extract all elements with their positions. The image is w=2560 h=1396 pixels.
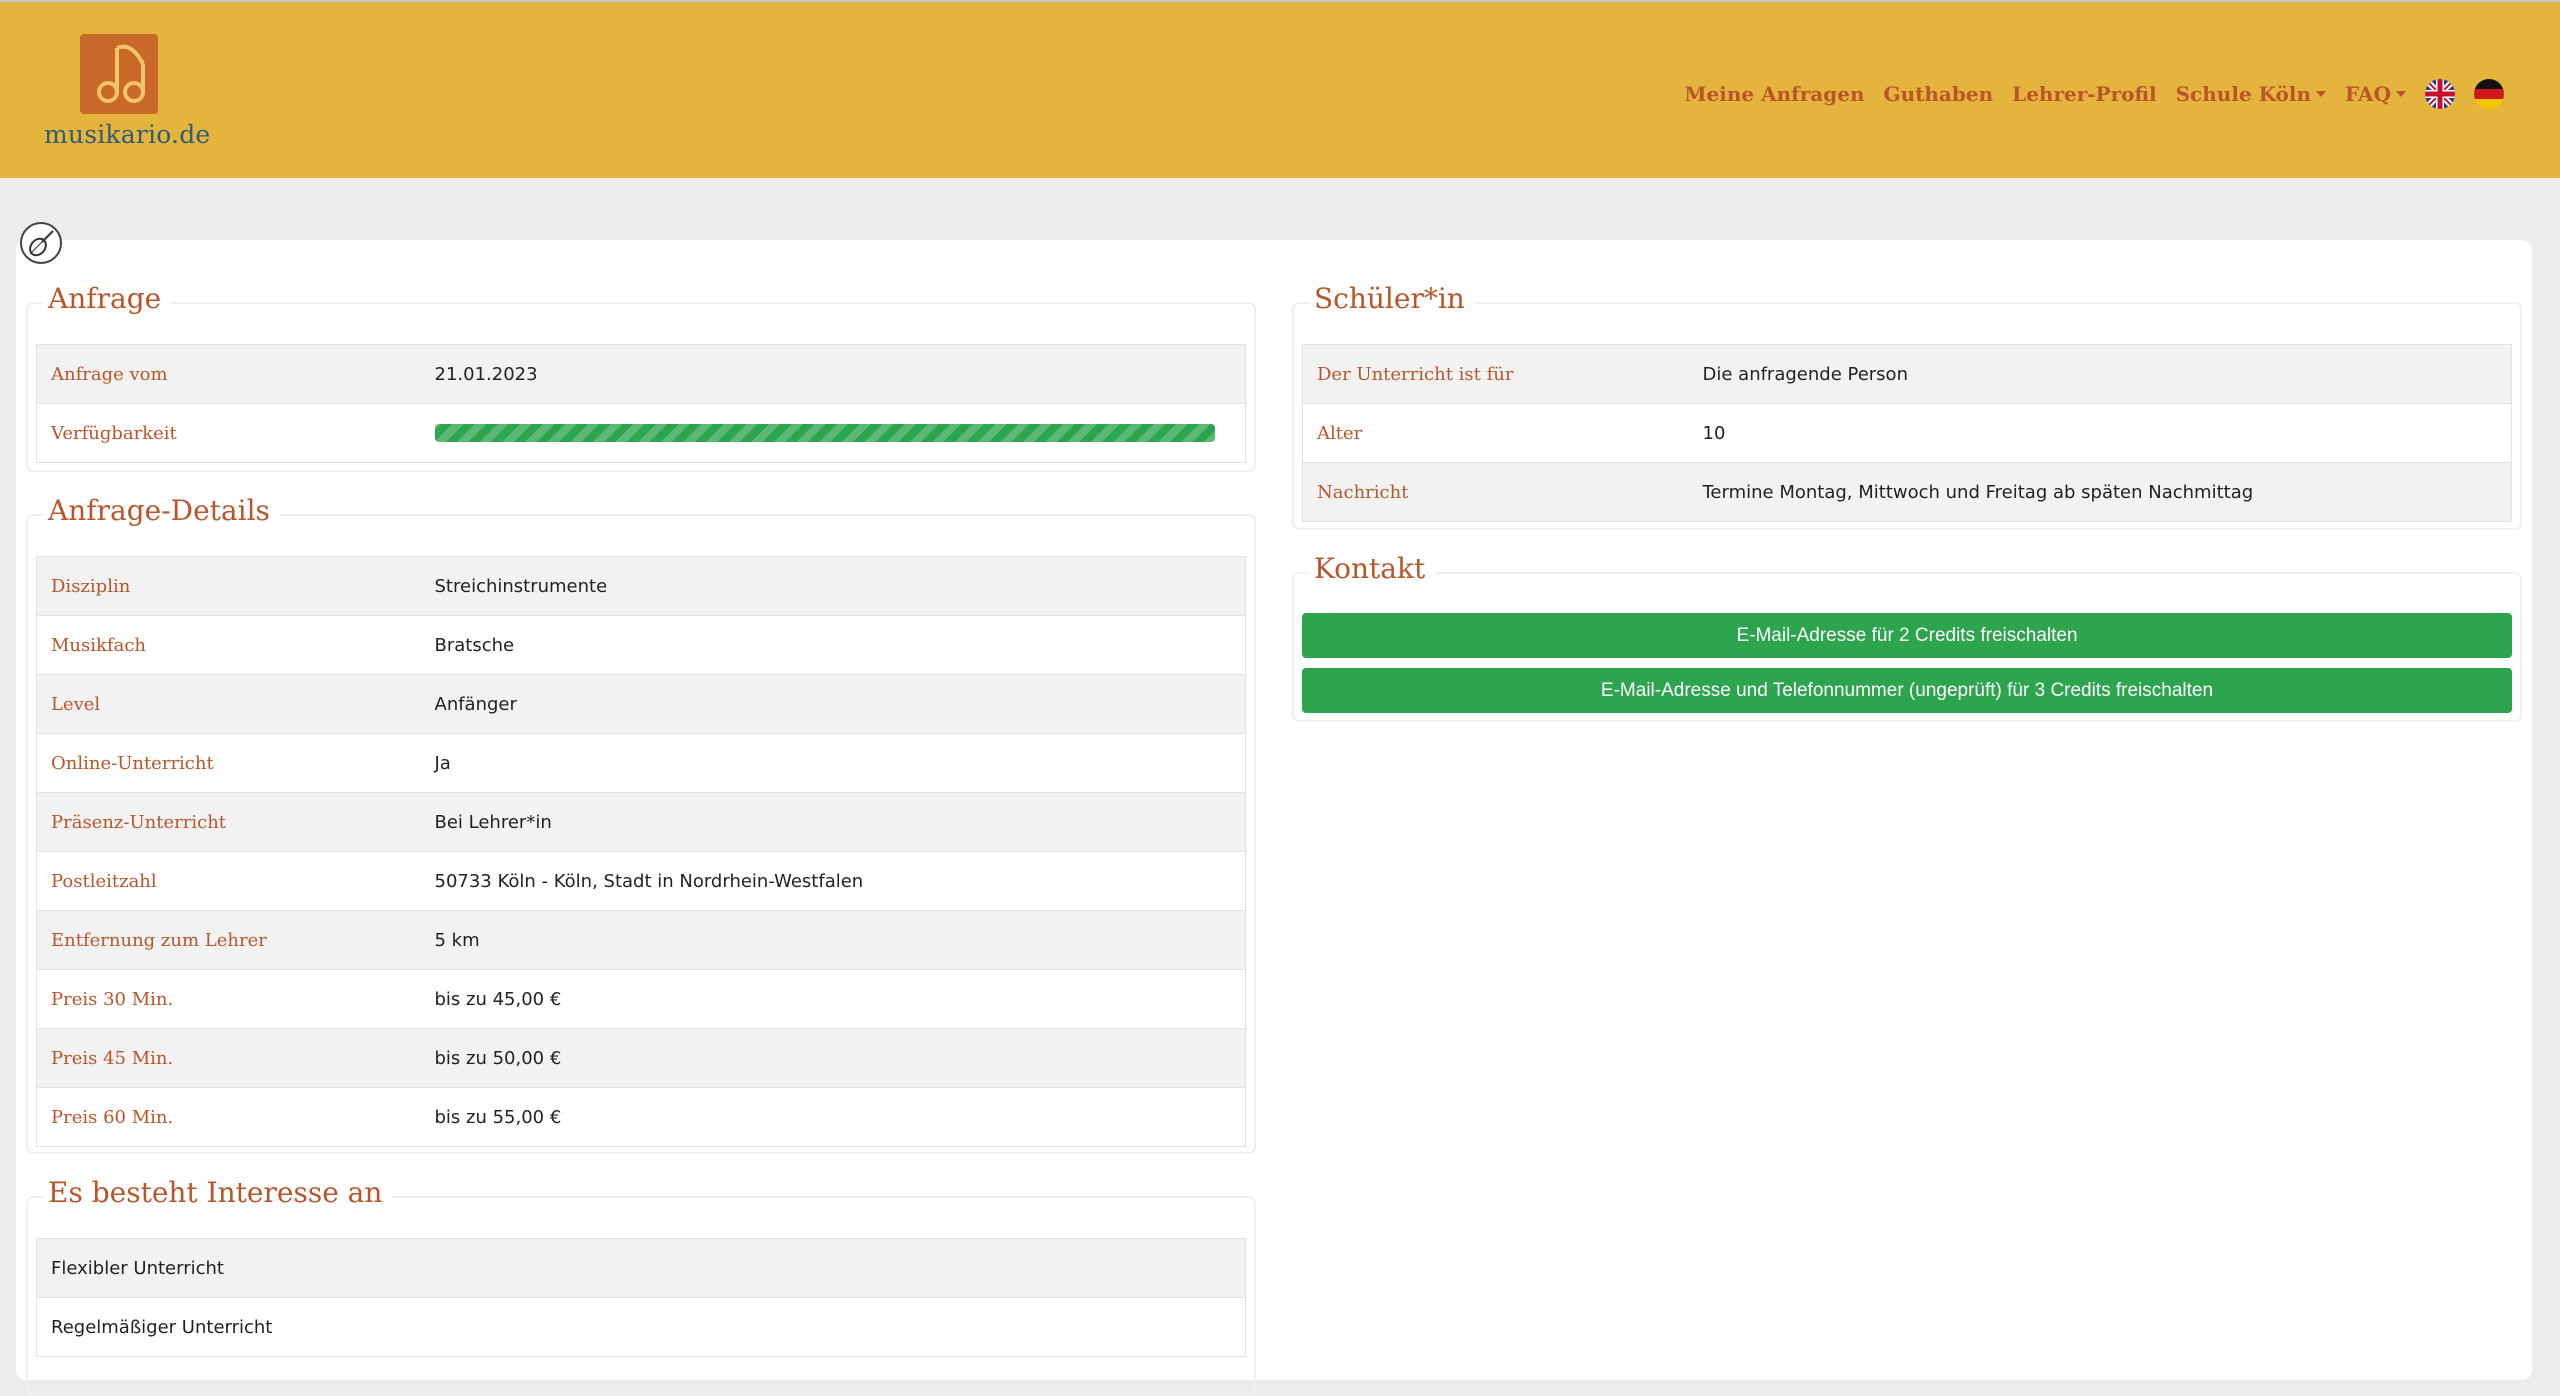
table-row: Preis 45 Min. bis zu 50,00 € [36,1028,1246,1088]
table-row: Disziplin Streichinstrumente [36,556,1246,616]
table-row: Online-Unterricht Ja [36,733,1246,793]
row-label: Preis 60 Min. [36,1087,435,1147]
brand-logo[interactable]: musikario.de [44,34,210,154]
table-row: Entfernung zum Lehrer 5 km [36,910,1246,970]
section-title-kontakt: Kontakt [1310,552,1436,585]
row-label: Postleitzahl [36,851,435,911]
row-value: Bei Lehrer*in [434,792,1246,852]
anfrage-details-section: Anfrage-Details Disziplin Streichinstrume… [26,494,1256,1154]
row-value: Die anfragende Person [1702,344,2512,404]
table-row: Präsenz-Unterricht Bei Lehrer*in [36,792,1246,852]
list-item: Regelmäßiger Unterricht [36,1297,1246,1357]
table-row: Postleitzahl 50733 Köln - Köln, Stadt in … [36,851,1246,911]
table-row: Nachricht Termine Montag, Mittwoch und Fr… [1302,462,2512,522]
row-value: 10 [1702,403,2512,463]
row-label: Alter [1302,403,1703,463]
table-row: Musikfach Bratsche [36,615,1246,675]
availability-progress-bar [434,424,1215,442]
top-navbar: musikario.de Meine Anfragen Guthaben Leh… [0,0,2560,178]
row-label: Verfügbarkeit [36,403,435,463]
row-value: Streichinstrumente [434,556,1246,616]
row-value: Termine Montag, Mittwoch und Freitag ab … [1702,462,2512,522]
english-flag-icon[interactable] [2425,79,2455,109]
anfrage-table: Anfrage vom 21.01.2023 Verfügbarkeit [36,344,1246,463]
row-label: Anfrage vom [36,344,435,404]
row-label: Entfernung zum Lehrer [36,910,435,970]
row-label: Preis 30 Min. [36,969,435,1029]
interesse-list: Flexibler Unterricht Regelmäßiger Unterr… [36,1238,1246,1357]
interest-item: Regelmäßiger Unterricht [36,1297,1246,1357]
row-value: Anfänger [434,674,1246,734]
row-label: Der Unterricht ist für [1302,344,1703,404]
music-note-logo-icon [80,34,158,114]
row-value: 21.01.2023 [434,344,1246,404]
german-flag-icon[interactable] [2474,79,2504,109]
nav-schule-dropdown[interactable]: Schule Köln [2175,82,2327,106]
row-value: bis zu 45,00 € [434,969,1246,1029]
table-row: Preis 30 Min. bis zu 45,00 € [36,969,1246,1029]
row-value: bis zu 55,00 € [434,1087,1246,1147]
schueler-section: Schüler*in Der Unterricht ist für Die anf… [1292,282,2522,530]
nav-lehrer-profil[interactable]: Lehrer-Profil [2012,82,2156,106]
interest-item: Flexibler Unterricht [36,1238,1246,1298]
nav-faq-dropdown[interactable]: FAQ [2345,82,2406,106]
chevron-down-icon [2396,91,2406,97]
table-row: Verfügbarkeit [36,403,1246,463]
row-value: 50733 Köln - Köln, Stadt in Nordrhein-We… [434,851,1246,911]
table-row: Alter 10 [1302,403,2512,463]
row-label: Preis 45 Min. [36,1028,435,1088]
row-value: 5 km [434,910,1246,970]
section-title-schueler: Schüler*in [1310,282,1475,315]
schueler-table: Der Unterricht ist für Die anfragende Per… [1302,344,2512,522]
table-row: Der Unterricht ist für Die anfragende Per… [1302,344,2512,404]
unlock-email-button[interactable]: E-Mail-Adresse für 2 Credits freischalte… [1302,613,2512,658]
row-label: Nachricht [1302,462,1703,522]
row-label: Musikfach [36,615,435,675]
chevron-down-icon [2316,91,2327,97]
section-title-interesse: Es besteht Interesse an [44,1176,393,1209]
table-row: Anfrage vom 21.01.2023 [36,344,1246,404]
nav-guthaben[interactable]: Guthaben [1884,82,1994,106]
brand-name: musikario.de [44,120,211,149]
table-row: Level Anfänger [36,674,1246,734]
details-table: Disziplin Streichinstrumente Musikfach Bra… [36,556,1246,1147]
row-value: bis zu 50,00 € [434,1028,1246,1088]
interesse-section: Es besteht Interesse an Flexibler Unterr… [26,1176,1256,1396]
violin-icon [20,222,62,264]
nav-meine-anfragen[interactable]: Meine Anfragen [1684,82,1864,106]
row-label: Online-Unterricht [36,733,435,793]
row-value: Ja [434,733,1246,793]
main-nav: Meine Anfragen Guthaben Lehrer-Profil Sc… [1684,74,2504,114]
row-label: Disziplin [36,556,435,616]
anfrage-section: Anfrage Anfrage vom 21.01.2023 Verfügbar… [26,282,1256,472]
nav-schule-label: Schule Köln [2175,82,2312,106]
row-label: Level [36,674,435,734]
table-row: Preis 60 Min. bis zu 55,00 € [36,1087,1246,1147]
section-title-anfrage: Anfrage [44,282,172,315]
section-title-anfrage-details: Anfrage-Details [44,494,280,527]
unlock-email-phone-button[interactable]: E-Mail-Adresse und Telefonnummer (ungepr… [1302,668,2512,713]
list-item: Flexibler Unterricht [36,1238,1246,1298]
row-label: Präsenz-Unterricht [36,792,435,852]
row-value: Bratsche [434,615,1246,675]
nav-faq-label: FAQ [2345,82,2391,106]
